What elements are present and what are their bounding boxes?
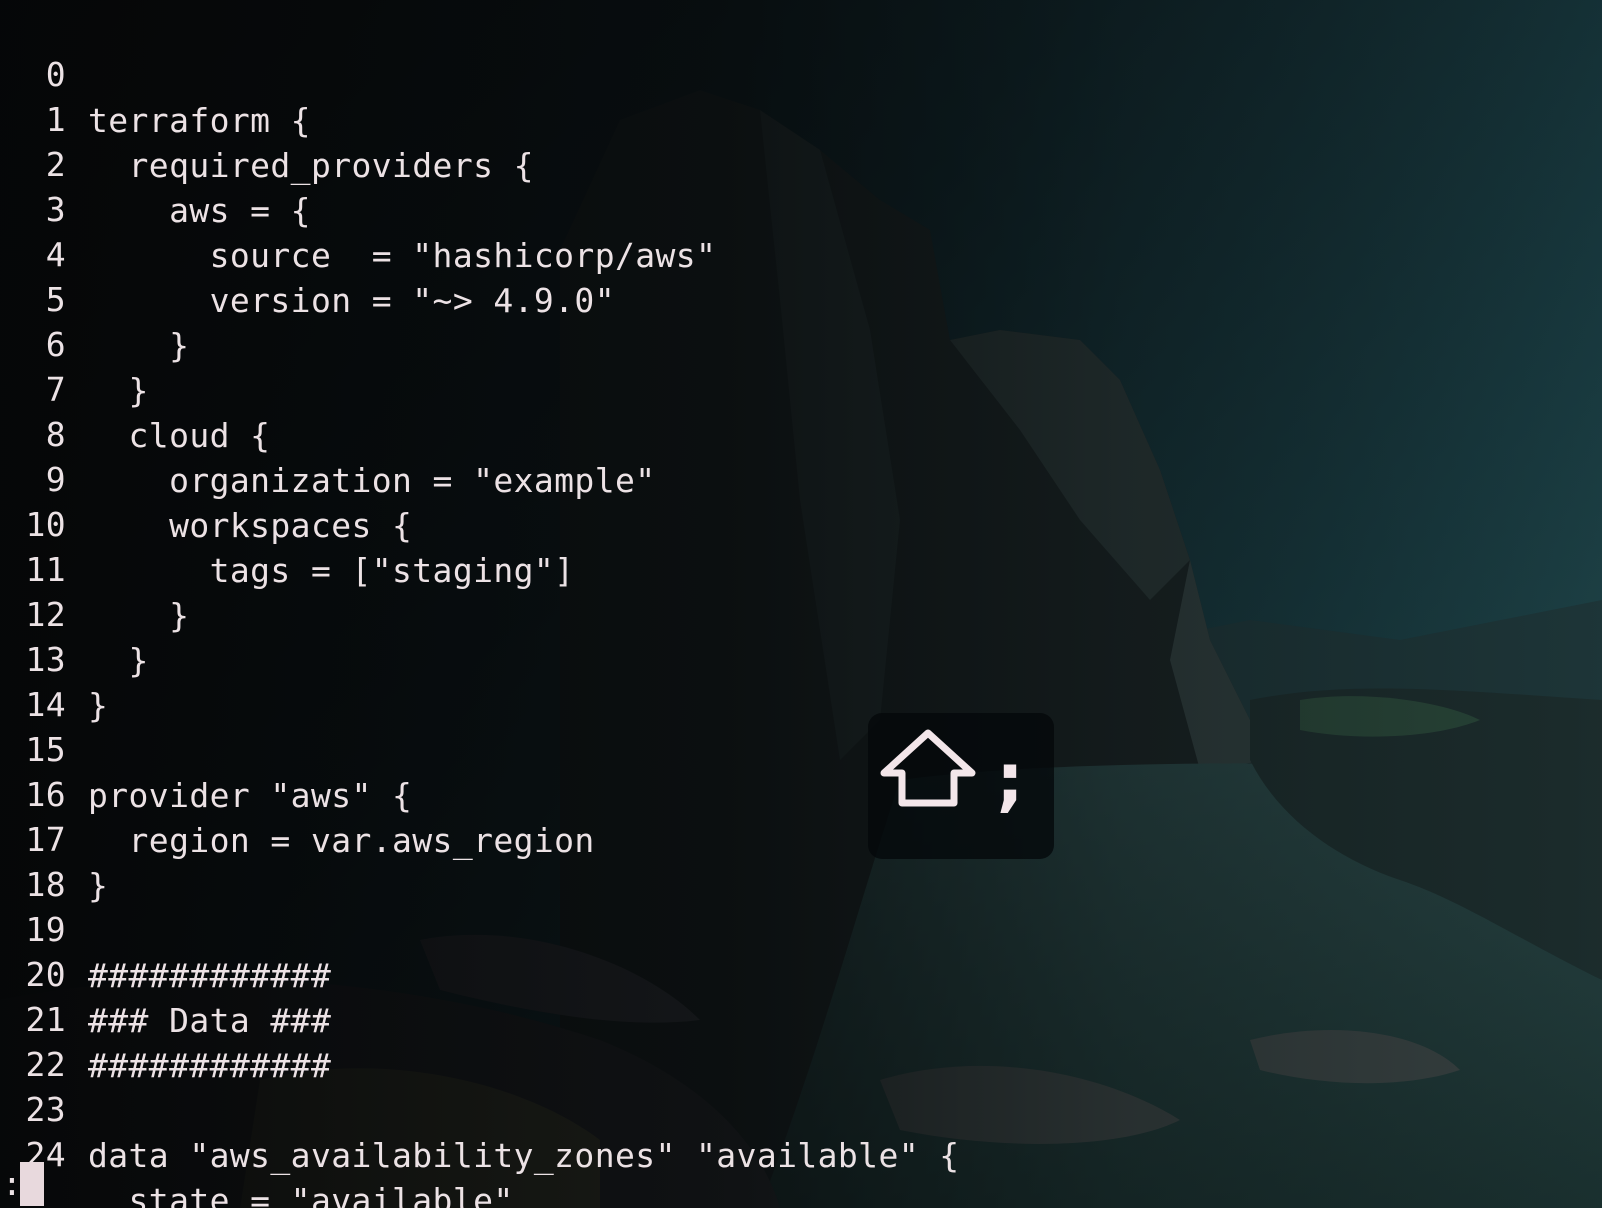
- code-line: 1 required_providers {: [0, 51, 534, 185]
- code-line: 10 tags = ["staging"]: [0, 456, 574, 590]
- code-line: 15 provider "aws" {: [0, 681, 411, 815]
- code-line: 7 cloud {: [0, 321, 270, 455]
- code-text: required_providers {: [88, 146, 534, 185]
- code-line: 12 }: [0, 546, 148, 680]
- code-line: 4 version = "~> 4.9.0": [0, 186, 615, 320]
- shift-arrow-icon: [880, 729, 976, 807]
- code-line: 24 state = "available": [0, 1086, 513, 1208]
- code-editor[interactable]: 0 terraform { 1 required_providers { 2 a…: [0, 0, 1602, 1208]
- code-line: 8 organization = "example": [0, 366, 655, 500]
- overlay-key-label: ;: [996, 738, 1024, 820]
- code-line: 11 }: [0, 501, 188, 635]
- code-line: 2 aws = {: [0, 96, 311, 230]
- code-line: 21 ############: [0, 951, 330, 1085]
- code-line: 0 terraform {: [0, 6, 311, 140]
- keystroke-overlay: ;: [868, 713, 1054, 859]
- code-text: ############: [88, 956, 332, 995]
- text-cursor: [20, 1162, 44, 1206]
- code-text: ### Data ###: [88, 1001, 332, 1040]
- code-line: 13 }: [0, 591, 122, 725]
- code-line: 23 data "aws_availability_zones" "availa…: [0, 1041, 959, 1175]
- code-line: 3 source = "hashicorp/aws": [0, 141, 716, 275]
- code-line: 19 ############: [0, 861, 330, 995]
- code-text: tags = ["staging"]: [88, 551, 575, 590]
- code-text: workspaces {: [88, 506, 413, 545]
- code-line: 18: [0, 816, 122, 904]
- code-text: source = "hashicorp/aws": [88, 236, 717, 275]
- code-line: 6 }: [0, 276, 149, 410]
- terminal-window: 0 terraform { 1 required_providers { 2 a…: [0, 0, 1602, 1208]
- code-text: provider "aws" {: [88, 776, 413, 815]
- code-text: version = "~> 4.9.0": [88, 281, 615, 320]
- code-text: organization = "example": [88, 461, 656, 500]
- code-line: 20 ### Data ###: [0, 906, 330, 1040]
- command-line[interactable]: :: [0, 1160, 1602, 1208]
- code-line: 14: [0, 636, 122, 724]
- code-text: region = var.aws_region: [88, 821, 595, 860]
- code-line: 17 }: [0, 771, 122, 905]
- code-line: 16 region = var.aws_region: [0, 726, 594, 860]
- code-line: 22: [0, 996, 122, 1084]
- code-line: 9 workspaces {: [0, 411, 412, 545]
- code-text: ############: [88, 1046, 332, 1085]
- code-line: 5 }: [0, 231, 189, 365]
- command-prompt: :: [2, 1164, 22, 1203]
